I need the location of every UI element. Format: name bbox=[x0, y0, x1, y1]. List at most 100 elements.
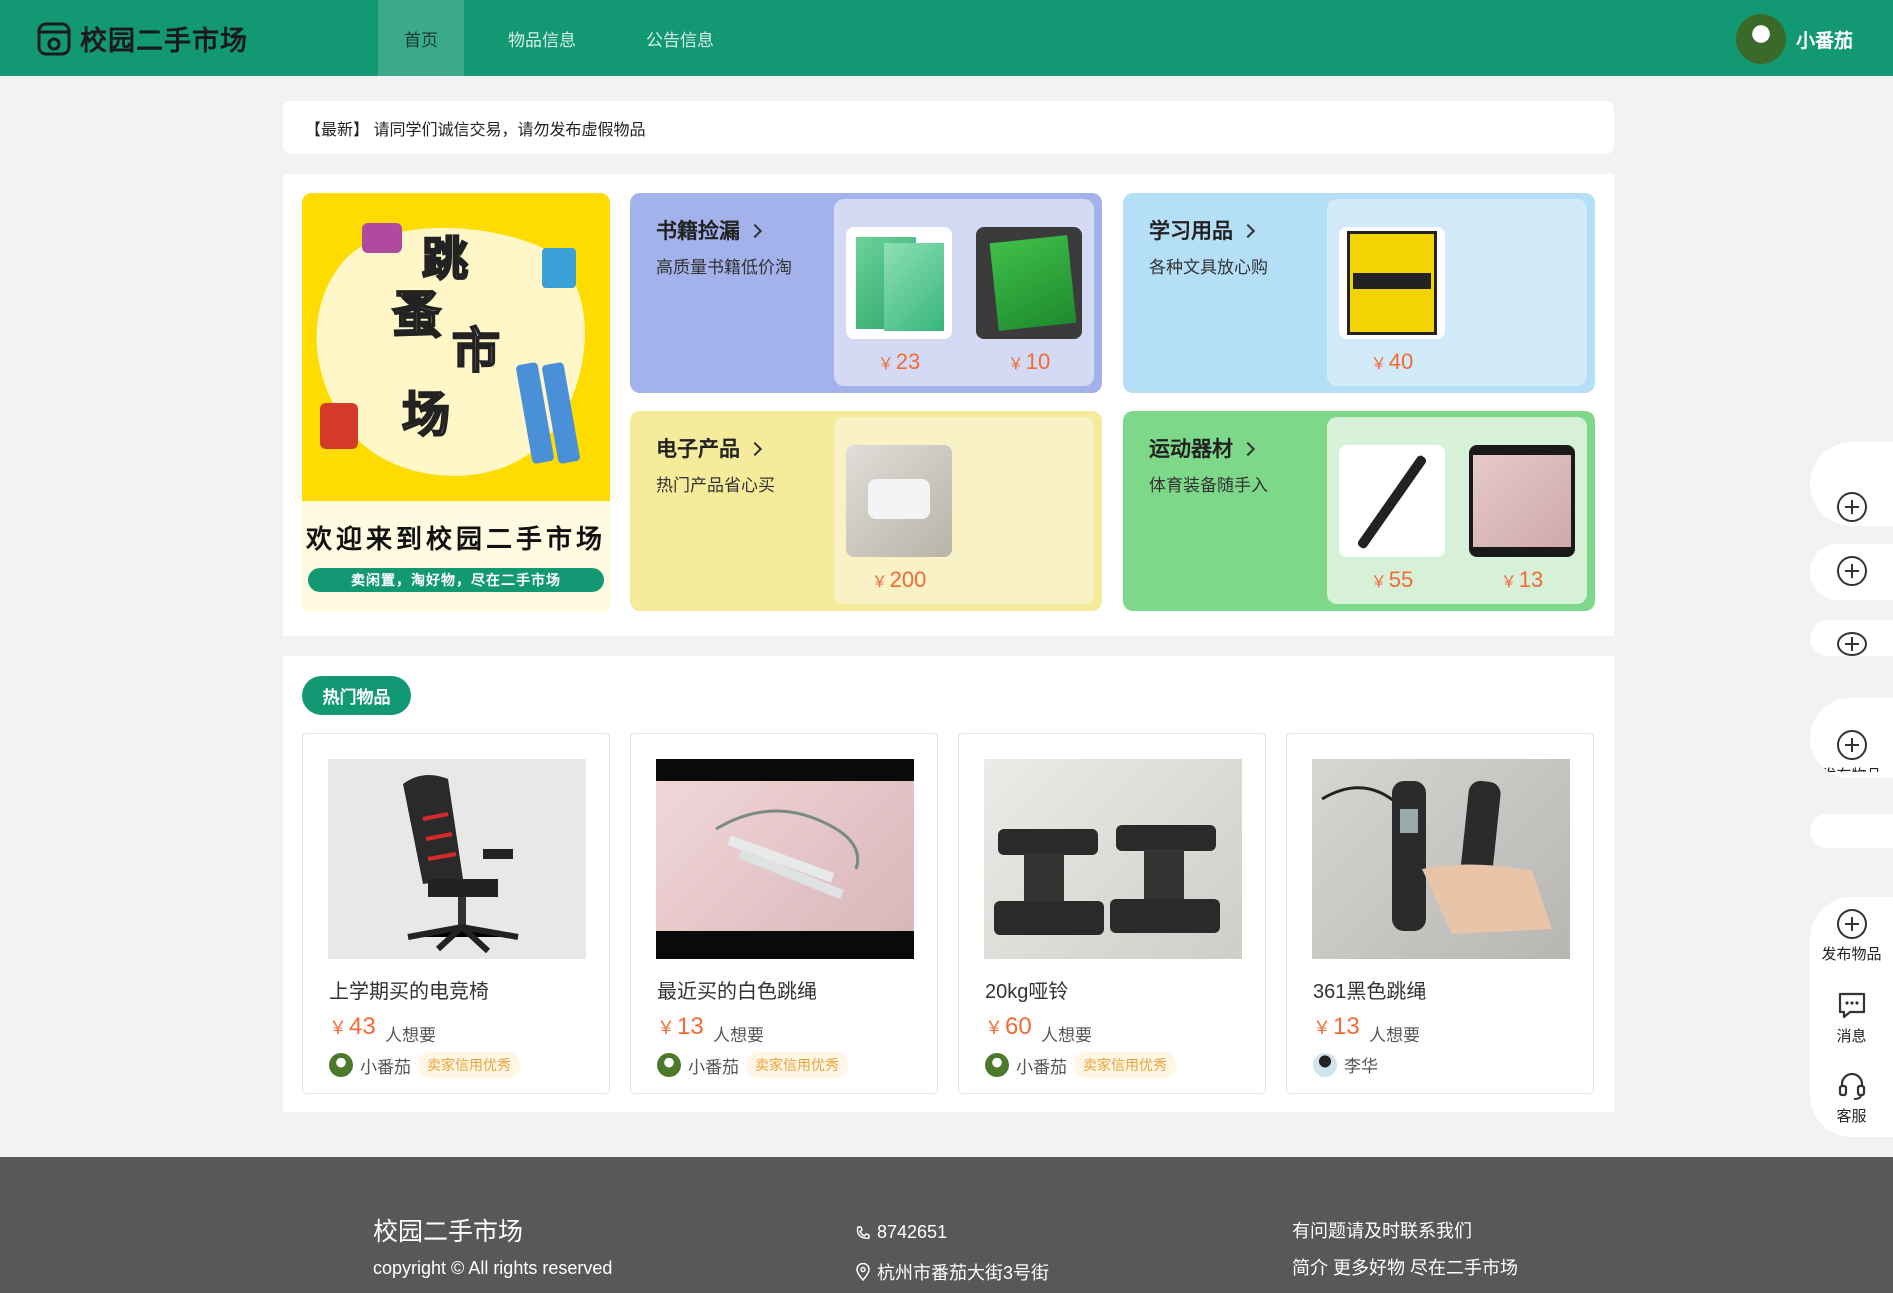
product-title[interactable]: 上学期买的电竞椅 bbox=[329, 975, 489, 1004]
nav-announcements[interactable]: 公告信息 bbox=[620, 0, 740, 76]
seller-avatar bbox=[985, 1053, 1009, 1077]
product-image-dumbbells[interactable] bbox=[984, 759, 1242, 959]
banner-char-4: 场 bbox=[401, 388, 451, 443]
product-thumb-dictionary[interactable] bbox=[1339, 227, 1445, 339]
product-title[interactable]: 361黑色跳绳 bbox=[1313, 975, 1426, 1004]
product-thumb-jump-rope[interactable] bbox=[1469, 445, 1575, 557]
chevron-right-icon bbox=[747, 441, 763, 457]
product-thumb-cet6-book[interactable] bbox=[976, 227, 1082, 339]
customer-service-label: 客服 bbox=[1836, 1108, 1867, 1125]
product-card[interactable]: 最近买的白色跳绳 ￥13 人想要 小番茄 卖家信用优秀 bbox=[630, 733, 938, 1094]
product-card[interactable]: 20kg哑铃 ￥60 人想要 小番茄 卖家信用优秀 bbox=[958, 733, 1266, 1094]
product-card[interactable]: 上学期买的电竞椅 ￥43 人想要 小番茄 卖家信用优秀 bbox=[302, 733, 610, 1094]
location-pin-icon bbox=[856, 1263, 870, 1281]
main-nav: 首页 物品信息 公告信息 bbox=[378, 0, 740, 76]
product-thumb-earbuds[interactable] bbox=[846, 445, 952, 557]
user-menu[interactable]: 小番茄 bbox=[1735, 14, 1853, 64]
plus-circle-icon bbox=[1836, 492, 1867, 522]
welcome-banner[interactable]: 跳 蚤 市 场 欢迎来到校园二手市场 卖闲置，淘好物，尽在二手市场 bbox=[302, 193, 610, 612]
category-sports-subtitle: 体育装备随手入 bbox=[1149, 476, 1268, 495]
chevron-right-icon bbox=[747, 223, 763, 239]
product-price: ￥13 bbox=[1313, 1013, 1360, 1040]
message-icon bbox=[1838, 992, 1865, 1019]
product-title[interactable]: 20kg哑铃 bbox=[985, 975, 1068, 1004]
product-title[interactable]: 最近买的白色跳绳 bbox=[657, 975, 817, 1004]
seller-info: 小番茄 卖家信用优秀 bbox=[329, 1052, 520, 1078]
category-stationery[interactable]: 学习用品 各种文具放心购 ￥40 bbox=[1123, 193, 1595, 393]
headset-icon bbox=[1838, 1072, 1865, 1100]
product-image-white-jump-rope[interactable] bbox=[656, 759, 914, 959]
seller-name: 小番茄 bbox=[688, 1057, 739, 1077]
fab-main-stack: 发布物品 消息 客服 bbox=[1810, 897, 1893, 1137]
category-books[interactable]: 书籍捡漏 高质量书籍低价淘 ￥23 ￥10 bbox=[630, 193, 1102, 393]
want-count-label: 人想要 bbox=[1041, 1026, 1092, 1045]
category-sports[interactable]: 运动器材 体育装备随手入 ￥55 ￥13 bbox=[1123, 411, 1595, 611]
category-panel: 跳 蚤 市 场 欢迎来到校园二手市场 卖闲置，淘好物，尽在二手市场 书籍捡漏 高… bbox=[283, 174, 1614, 636]
seller-name: 李华 bbox=[1344, 1057, 1378, 1076]
category-sports-products: ￥55 ￥13 bbox=[1327, 417, 1587, 604]
hot-items-tag: 热门物品 bbox=[302, 676, 411, 715]
seller-credit-badge: 卖家信用优秀 bbox=[418, 1052, 520, 1078]
user-name[interactable]: 小番茄 bbox=[1796, 26, 1853, 53]
app-logo[interactable]: 校园二手市场 bbox=[36, 18, 248, 58]
banner-caption: 欢迎来到校园二手市场 卖闲置，淘好物，尽在二手市场 bbox=[302, 501, 610, 612]
category-electronics-subtitle: 热门产品省心买 bbox=[656, 476, 775, 495]
product-image-black-jump-rope[interactable] bbox=[1312, 759, 1570, 959]
category-sports-title[interactable]: 运动器材 bbox=[1149, 433, 1256, 463]
jump-rope-illustration bbox=[715, 809, 859, 900]
messages-button[interactable]: 消息 bbox=[1810, 989, 1893, 1046]
banner-char-3: 市 bbox=[451, 324, 501, 379]
nav-items-info[interactable]: 物品信息 bbox=[482, 0, 602, 76]
product-price: ￥13 bbox=[1500, 567, 1544, 592]
banner-slogan: 卖闲置，淘好物，尽在二手市场 bbox=[308, 568, 604, 592]
product-image-gaming-chair[interactable] bbox=[328, 759, 586, 959]
seller-avatar bbox=[657, 1053, 681, 1077]
chevron-right-icon bbox=[1240, 223, 1256, 239]
plus-circle-icon bbox=[1836, 556, 1867, 586]
product-price: ￥200 bbox=[871, 567, 927, 592]
hot-items-section: 热门物品 上学期买的电竞椅 ￥43 人想要 小番茄 卖家信用优秀 最近买的白色跳… bbox=[283, 656, 1614, 1112]
want-count-label: 人想要 bbox=[713, 1026, 764, 1045]
category-electronics[interactable]: 电子产品 热门产品省心买 ￥200 bbox=[630, 411, 1102, 611]
category-books-title[interactable]: 书籍捡漏 bbox=[656, 215, 763, 245]
category-electronics-products: ￥200 bbox=[834, 417, 1094, 604]
publish-button[interactable]: 发布物品 bbox=[1810, 698, 1893, 778]
seller-info: 李华 bbox=[1313, 1052, 1378, 1077]
publish-button[interactable] bbox=[1810, 442, 1893, 526]
page-footer: 校园二手市场 copyright © All rights reserved 8… bbox=[0, 1157, 1893, 1293]
category-books-subtitle: 高质量书籍低价淘 bbox=[656, 258, 792, 277]
publish-item-label: 发布物品 bbox=[1821, 946, 1882, 963]
notice-bar: 【最新】 请同学们诚信交易，请勿发布虚假物品 bbox=[283, 101, 1614, 154]
footer-copyright: copyright © All rights reserved bbox=[373, 1258, 613, 1278]
dumbbells-illustration bbox=[994, 825, 1220, 935]
plus-circle-icon bbox=[1836, 730, 1867, 760]
app-title: 校园二手市场 bbox=[80, 25, 248, 56]
top-header: 校园二手市场 首页 物品信息 公告信息 小番茄 bbox=[0, 0, 1893, 76]
seller-avatar bbox=[329, 1053, 353, 1077]
product-price: ￥13 bbox=[657, 1013, 704, 1040]
plus-circle-icon bbox=[1836, 632, 1867, 656]
publish-button[interactable] bbox=[1810, 620, 1893, 656]
category-stationery-products: ￥40 bbox=[1327, 199, 1587, 386]
product-thumb-math-book[interactable] bbox=[846, 227, 952, 339]
category-stationery-title[interactable]: 学习用品 bbox=[1149, 215, 1256, 245]
product-thumb-arm-bar[interactable] bbox=[1339, 445, 1445, 557]
user-avatar[interactable] bbox=[1735, 14, 1786, 64]
seller-name: 小番茄 bbox=[360, 1057, 411, 1077]
want-count-label: 人想要 bbox=[1369, 1026, 1420, 1045]
publish-button[interactable] bbox=[1810, 544, 1893, 600]
publish-item-button[interactable]: 发布物品 bbox=[1810, 909, 1893, 964]
nav-home[interactable]: 首页 bbox=[378, 0, 464, 76]
fab-spacer bbox=[1810, 814, 1893, 848]
product-card[interactable]: 361黑色跳绳 ￥13 人想要 李华 bbox=[1286, 733, 1594, 1094]
footer-phone: 8742651 bbox=[855, 1222, 947, 1243]
category-books-products: ￥23 ￥10 bbox=[834, 199, 1094, 386]
gaming-chair-illustration bbox=[403, 775, 519, 954]
category-electronics-title[interactable]: 电子产品 bbox=[656, 433, 763, 463]
customer-service-button[interactable]: 客服 bbox=[1810, 1069, 1893, 1126]
seller-name: 小番茄 bbox=[1016, 1057, 1067, 1077]
shop-bag-icon bbox=[37, 22, 71, 56]
messages-label: 消息 bbox=[1836, 1028, 1867, 1045]
product-price: ￥55 bbox=[1370, 567, 1414, 592]
floating-action-bar: 发布物品 发布物品 消息 客服 bbox=[1810, 442, 1893, 1142]
